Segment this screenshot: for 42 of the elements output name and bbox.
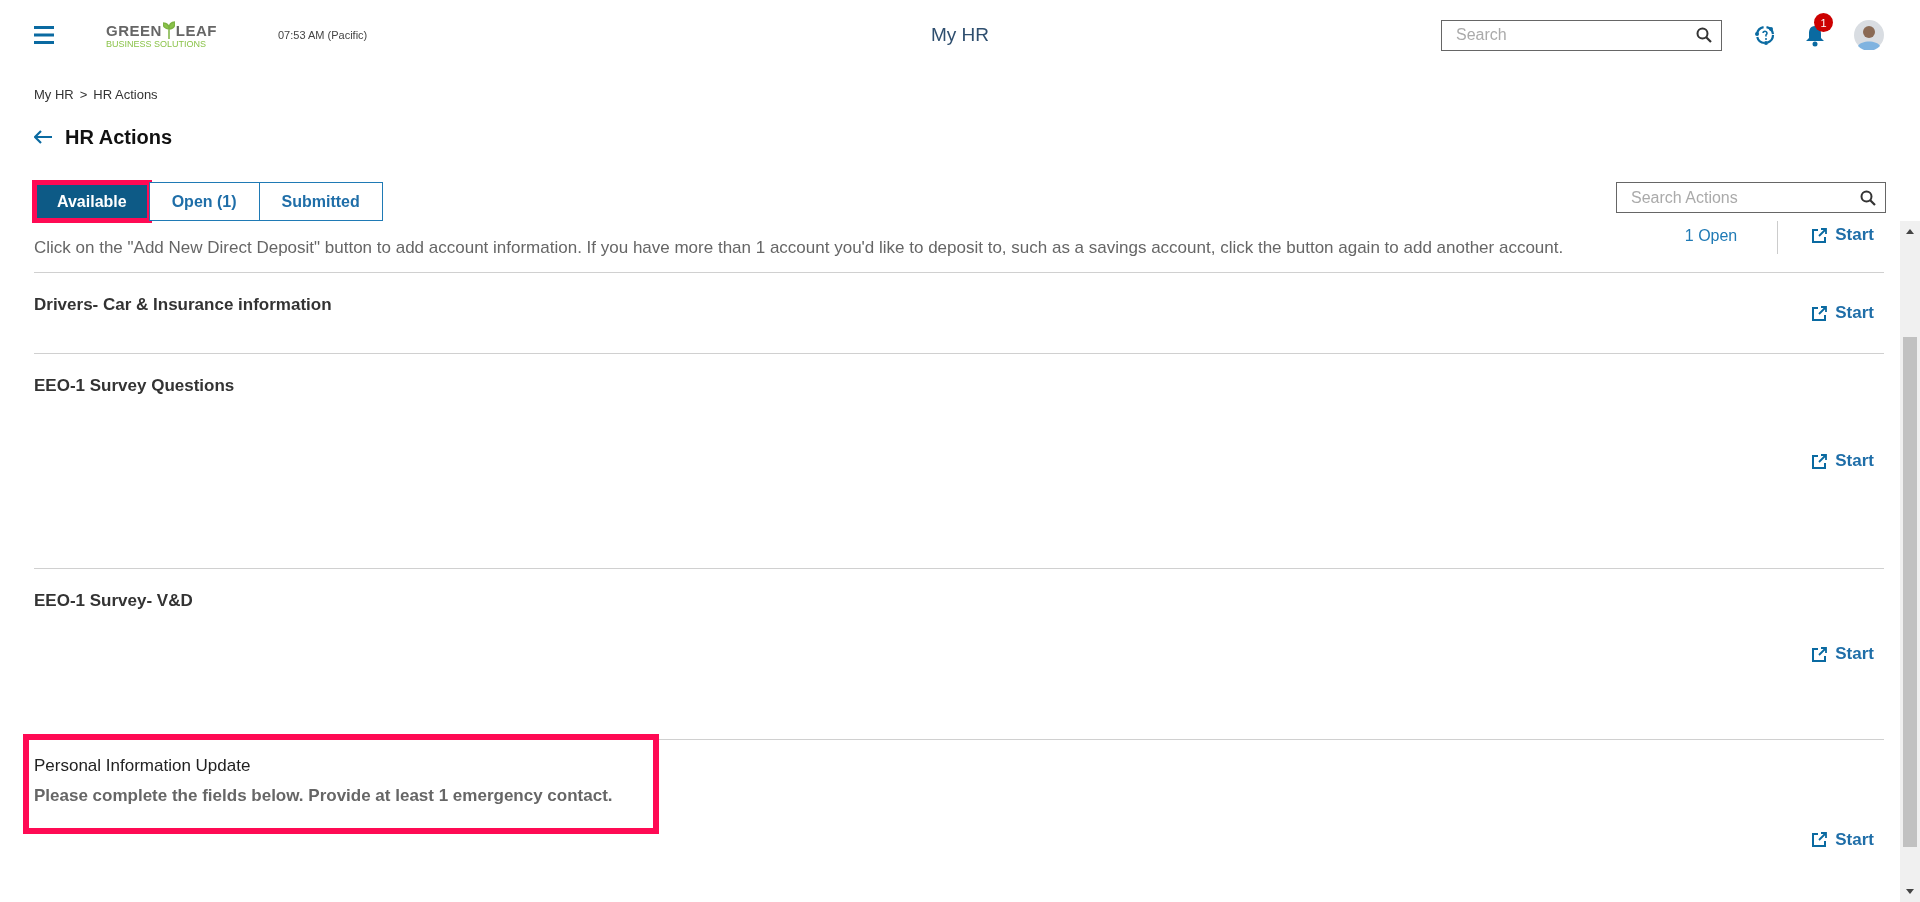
- help-icon[interactable]: [1754, 24, 1776, 46]
- external-link-icon: [1812, 453, 1828, 469]
- scroll-down-icon[interactable]: [1905, 888, 1915, 896]
- action-title: EEO-1 Survey- V&D: [34, 591, 193, 611]
- search-icon[interactable]: [1860, 189, 1876, 206]
- leaf-icon: [162, 21, 175, 39]
- logo-text: LEAF: [175, 23, 217, 39]
- search-field[interactable]: Search: [1441, 19, 1722, 51]
- page-title: HR Actions: [65, 125, 173, 149]
- action-title: Drivers- Car & Insurance information: [34, 295, 332, 315]
- breadcrumb-link[interactable]: My HR: [34, 86, 74, 102]
- search-icon[interactable]: [1696, 27, 1712, 43]
- external-link-icon: [1812, 832, 1828, 847]
- action-title: EEO-1 Survey Questions: [34, 376, 235, 396]
- start-link[interactable]: Start: [1812, 303, 1874, 323]
- external-link-icon: [1812, 227, 1828, 243]
- scroll-up-icon[interactable]: [1905, 227, 1915, 235]
- time-label: 07:53 AM (Pacific): [278, 29, 368, 41]
- external-link-icon: [1812, 646, 1828, 662]
- start-link[interactable]: Start: [1812, 451, 1874, 471]
- breadcrumb-link[interactable]: HR Actions: [93, 86, 158, 102]
- open-count-link[interactable]: 1 Open: [1684, 227, 1738, 245]
- start-link[interactable]: Start: [1812, 644, 1874, 664]
- breadcrumb-separator: >: [79, 86, 88, 102]
- tab[interactable]: Available: [34, 182, 150, 221]
- action-description: Please complete the fields below. Provide at least 1 emergency contact.: [34, 786, 613, 806]
- back-arrow-icon[interactable]: [34, 130, 52, 144]
- tab[interactable]: Submitted: [258, 182, 383, 221]
- logo-tagline: BUSINESS SOLUTIONS: [106, 39, 207, 49]
- external-link-icon: [1812, 305, 1828, 321]
- search-actions-field[interactable]: Search Actions: [1616, 182, 1886, 213]
- start-link[interactable]: Start: [1812, 829, 1874, 850]
- notification-badge: 1: [1814, 13, 1833, 32]
- action-title: Personal Information Update: [34, 756, 252, 776]
- avatar-icon[interactable]: [1854, 20, 1884, 50]
- logo-text: GREEN: [106, 23, 162, 39]
- tab[interactable]: Open (1): [148, 182, 260, 221]
- app-title: My HR: [930, 24, 990, 46]
- scrollbar[interactable]: [1900, 221, 1920, 902]
- menu-icon[interactable]: [34, 26, 54, 44]
- start-link[interactable]: Start: [1812, 225, 1874, 245]
- action-description: Click on the "Add New Direct Deposit" button to add account information. If you have more than 1 account you'd like to deposit to, such as a savings account, click the button again to add another account.: [34, 238, 1564, 258]
